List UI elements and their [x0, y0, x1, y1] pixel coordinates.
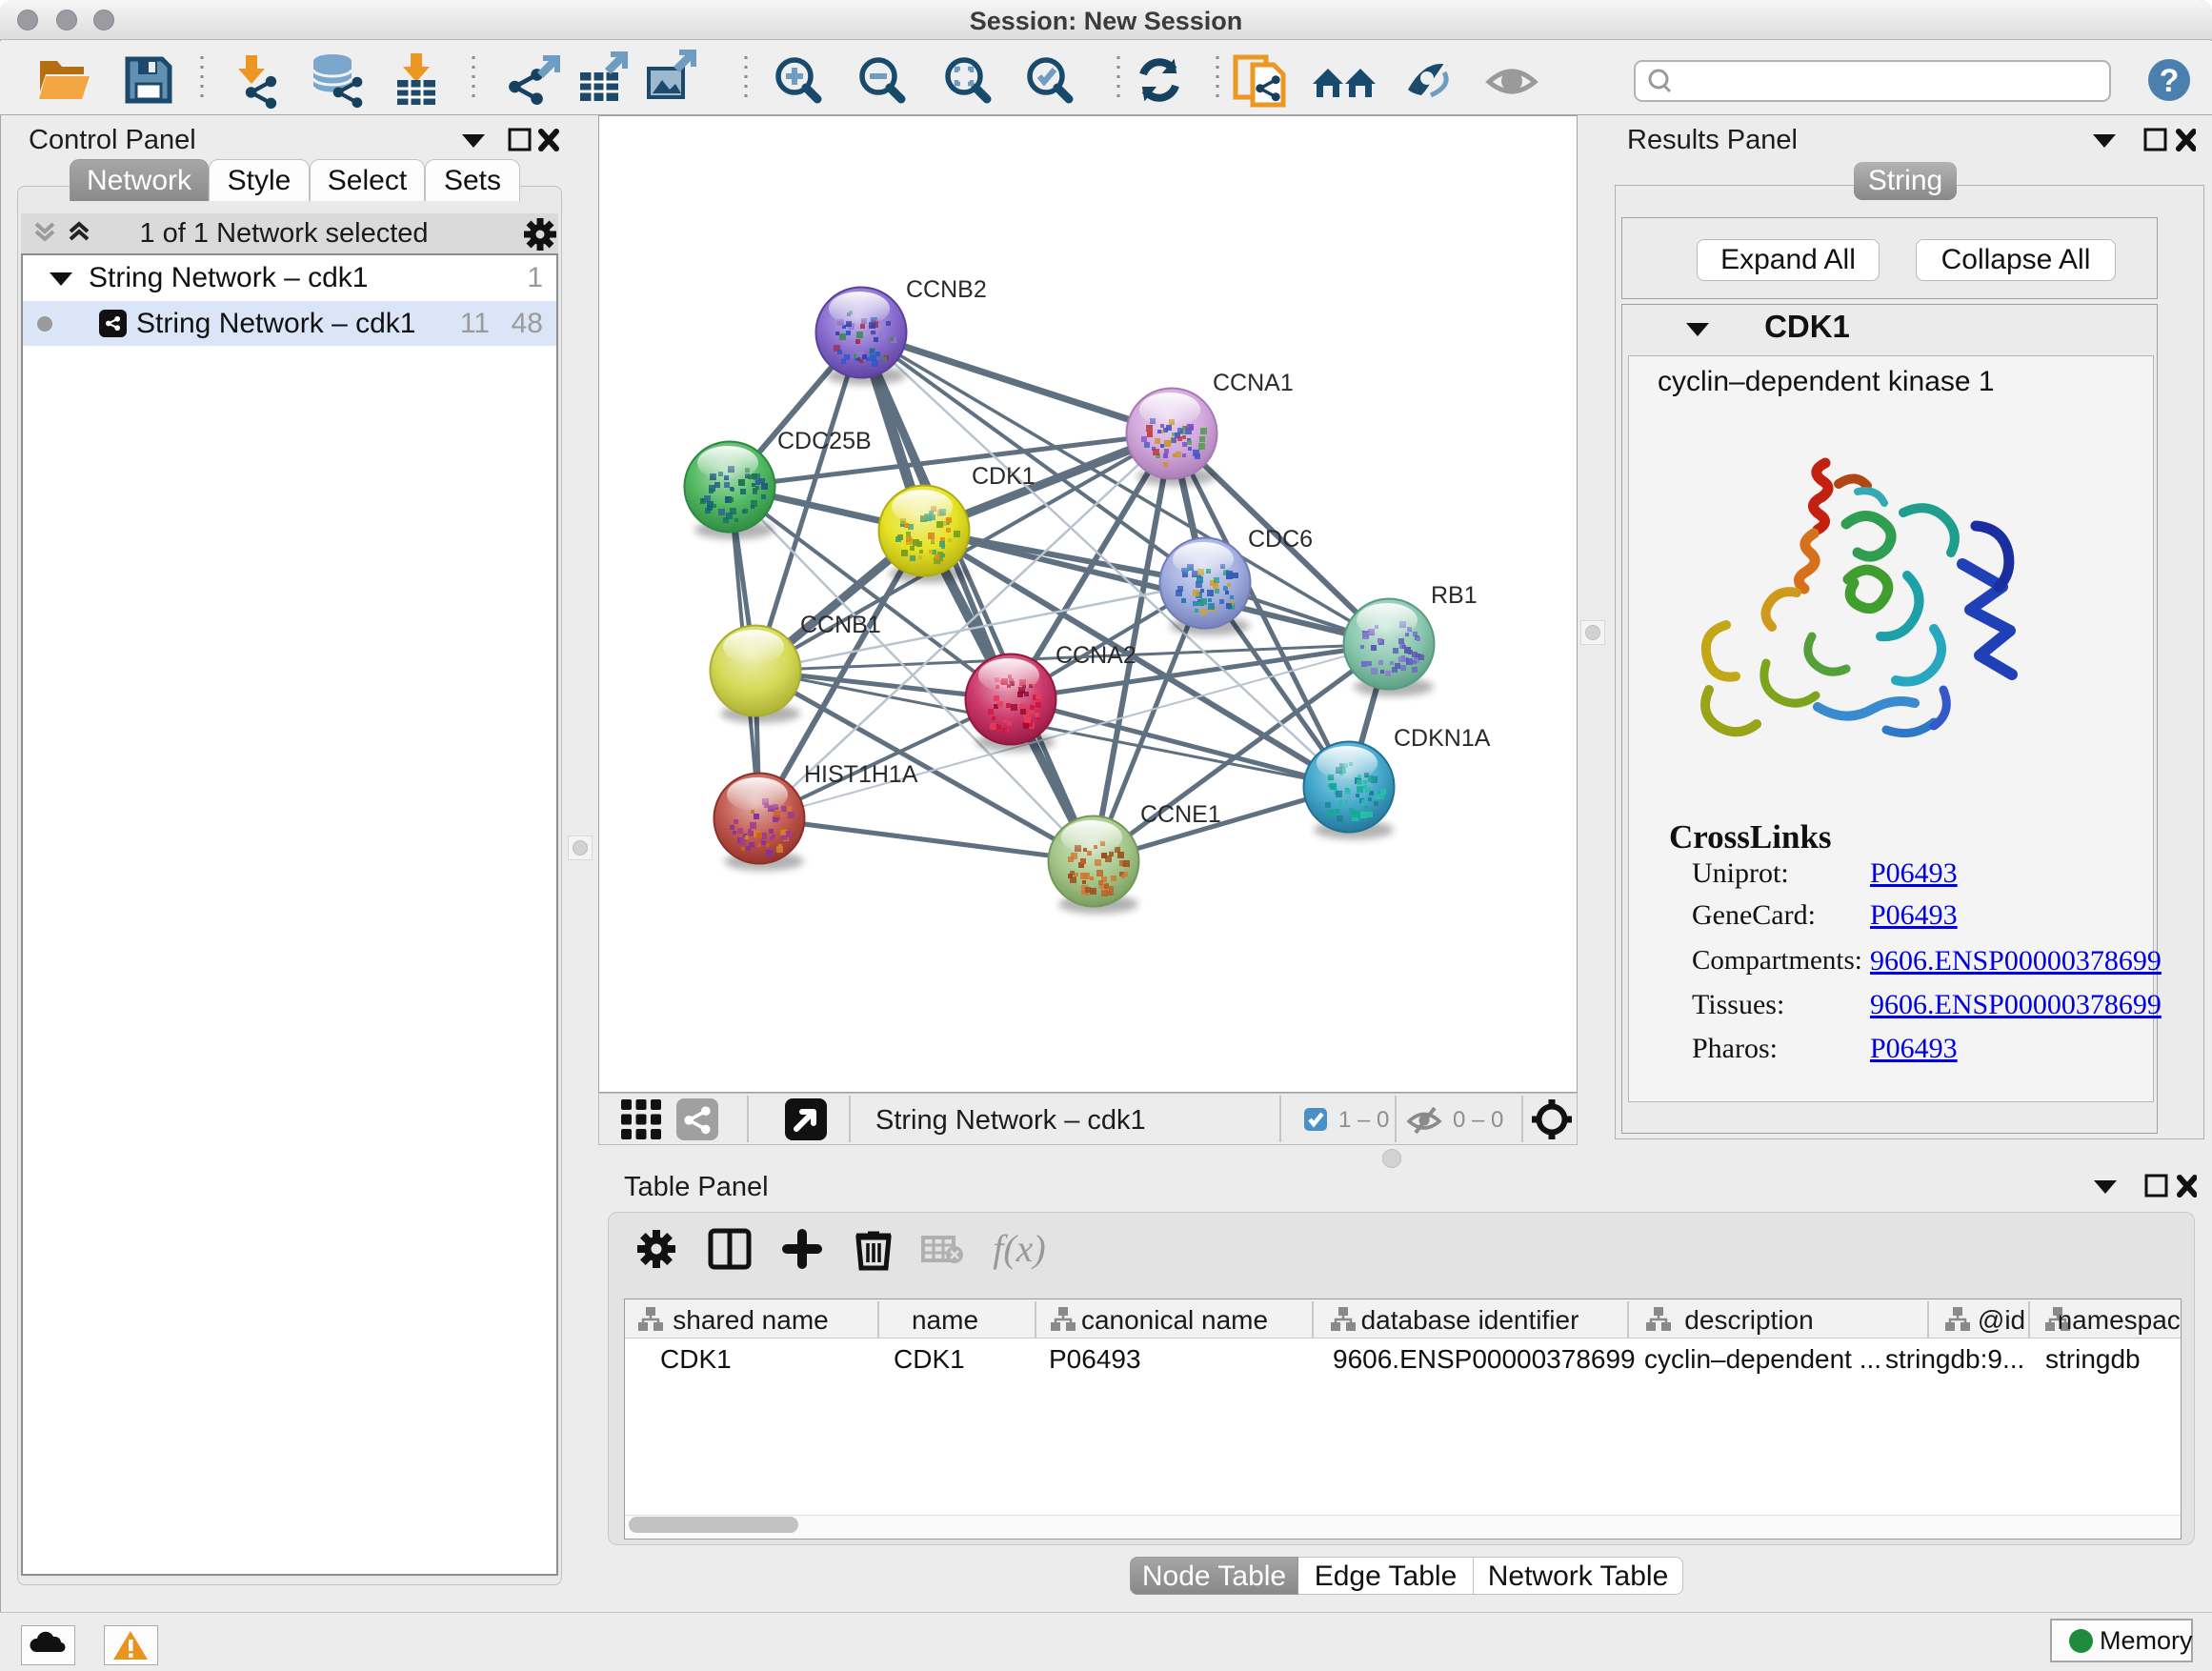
- svg-text:P06493: P06493: [1049, 1344, 1141, 1374]
- svg-text:CDK1: CDK1: [972, 463, 1036, 490]
- svg-text:@id: @id: [1978, 1305, 2025, 1335]
- svg-text:1 – 0: 1 – 0: [1338, 1107, 1389, 1133]
- svg-text:name: name: [912, 1305, 978, 1335]
- svg-text:HIST1H1A: HIST1H1A: [804, 761, 918, 788]
- svg-text:database identifier: database identifier: [1361, 1305, 1579, 1335]
- svg-text:?: ?: [2160, 63, 2180, 99]
- svg-text:CDC25B: CDC25B: [777, 428, 872, 454]
- svg-text:0 – 0: 0 – 0: [1453, 1107, 1503, 1133]
- svg-text:CDKN1A: CDKN1A: [1394, 725, 1491, 752]
- svg-text:String Network – cdk1: String Network – cdk1: [875, 1105, 1146, 1136]
- svg-text:shared name: shared name: [673, 1305, 828, 1335]
- svg-text:canonical name: canonical name: [1081, 1305, 1268, 1335]
- svg-text:RB1: RB1: [1431, 582, 1478, 609]
- svg-text:stringdb:9...: stringdb:9...: [1885, 1344, 2024, 1374]
- svg-text:CCNB1: CCNB1: [800, 612, 881, 638]
- svg-text:CDK1: CDK1: [894, 1344, 965, 1374]
- svg-text:CCNA2: CCNA2: [1056, 642, 1136, 669]
- svg-text:stringdb: stringdb: [2045, 1344, 2141, 1374]
- svg-text:cyclin–dependent ...: cyclin–dependent ...: [1644, 1344, 1881, 1374]
- svg-text:description: description: [1684, 1305, 1813, 1335]
- svg-text:CDC6: CDC6: [1248, 526, 1313, 553]
- svg-text:CCNA1: CCNA1: [1213, 370, 1294, 396]
- svg-text:namespace: namespace: [2058, 1305, 2181, 1335]
- svg-text:CDK1: CDK1: [660, 1344, 732, 1374]
- svg-text:CCNE1: CCNE1: [1140, 801, 1221, 828]
- svg-text:9606.ENSP00000378699: 9606.ENSP00000378699: [1333, 1344, 1636, 1374]
- svg-text:CCNB2: CCNB2: [906, 276, 987, 303]
- svg-text:f(x): f(x): [993, 1227, 1046, 1270]
